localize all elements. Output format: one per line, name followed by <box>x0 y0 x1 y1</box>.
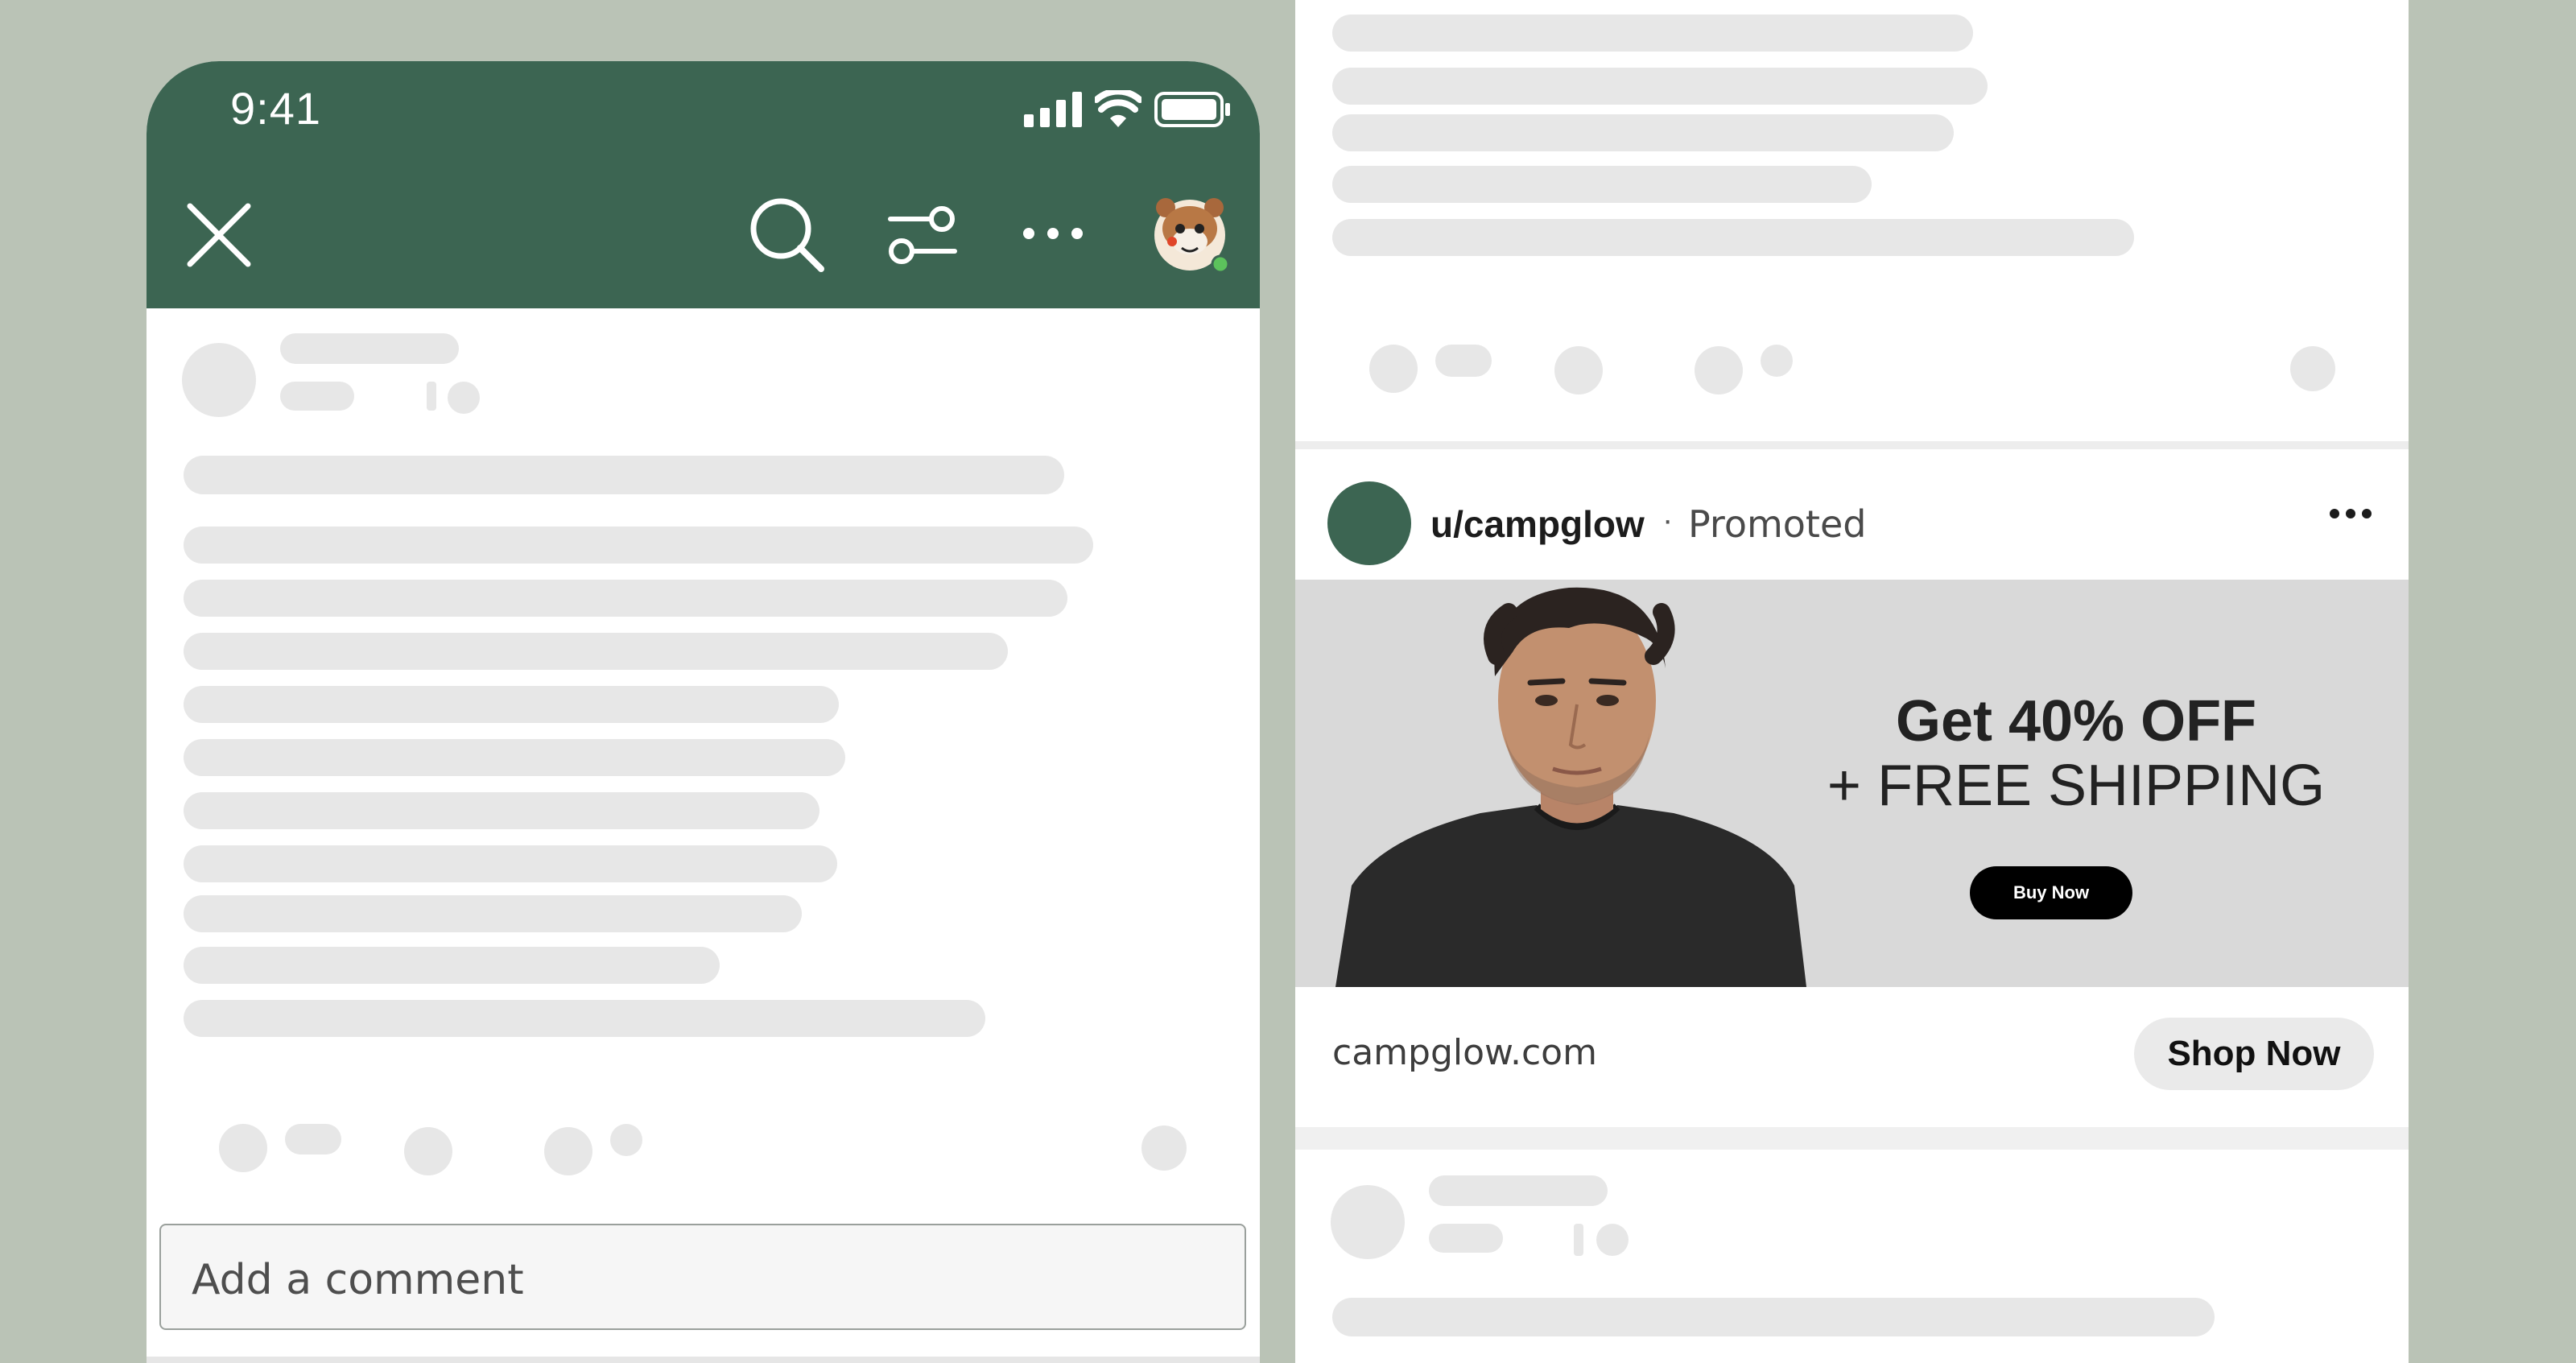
vote-count-placeholder <box>285 1124 341 1154</box>
share-placeholder[interactable] <box>2290 346 2335 391</box>
more-options-icon[interactable] <box>2330 507 2372 520</box>
post-body-line <box>184 1000 985 1037</box>
post-body-line <box>1332 14 1973 52</box>
promoted-label: Promoted <box>1688 502 1867 546</box>
post-divider <box>1295 1127 2409 1150</box>
more-horizontal-icon[interactable] <box>1022 225 1084 242</box>
post-meta-placeholder <box>1429 1224 1503 1253</box>
comments-placeholder[interactable] <box>544 1127 592 1175</box>
post-avatar-placeholder <box>182 343 256 417</box>
post-body-line <box>1332 68 1988 105</box>
post-body-line <box>1332 114 1954 151</box>
post-meta-placeholder <box>280 382 354 411</box>
post-body-line <box>184 739 845 776</box>
vote-count-placeholder <box>1435 345 1492 377</box>
post-title-placeholder <box>184 456 1064 494</box>
post-title-placeholder <box>1332 1298 2215 1336</box>
shop-now-button[interactable]: Shop Now <box>2134 1018 2374 1090</box>
post-body-line <box>184 633 1008 670</box>
post-body-line <box>184 686 839 723</box>
downvote-placeholder[interactable] <box>404 1127 452 1175</box>
filter-icon[interactable] <box>886 203 958 267</box>
advertiser-avatar[interactable] <box>1327 481 1411 565</box>
app-header: 9:41 <box>147 61 1260 308</box>
feed-panel: u/campglow · Promoted Get 40% OFF + FREE… <box>1295 0 2409 1363</box>
avatar[interactable] <box>1150 193 1230 274</box>
comment-count-placeholder <box>610 1124 642 1156</box>
comment-input[interactable]: Add a comment <box>159 1224 1246 1330</box>
comment-count-placeholder <box>1761 345 1793 377</box>
post-meta-dot <box>448 382 480 414</box>
post-author-placeholder <box>1429 1175 1608 1206</box>
post-body-line <box>184 895 802 932</box>
share-placeholder[interactable] <box>1141 1126 1187 1171</box>
comments-placeholder[interactable] <box>1695 346 1743 394</box>
wifi-icon <box>1095 90 1141 127</box>
post-divider <box>1295 441 2409 449</box>
ad-subline: + FREE SHIPPING <box>1827 754 2326 818</box>
signal-icon <box>1024 92 1082 127</box>
search-icon[interactable] <box>749 196 826 274</box>
post-body-line <box>1332 166 1872 203</box>
post-avatar-placeholder <box>1331 1185 1405 1259</box>
post-body-line <box>1332 219 2134 256</box>
close-icon[interactable] <box>187 203 251 267</box>
model-photo <box>1335 587 1806 987</box>
post-body-line <box>184 527 1093 564</box>
post-meta-divider <box>427 382 436 411</box>
advertiser-username[interactable]: u/campglow <box>1430 502 1645 546</box>
post-author-placeholder <box>280 333 459 364</box>
post-meta-divider <box>1574 1224 1583 1256</box>
post-meta-dot <box>1596 1224 1629 1256</box>
status-time: 9:41 <box>230 83 321 134</box>
post-body-line <box>184 947 720 984</box>
post-body-line <box>184 845 837 882</box>
ad-banner-image[interactable]: Get 40% OFF + FREE SHIPPING Buy Now <box>1295 580 2409 987</box>
phone-screen: 9:41 Add a comment <box>147 61 1260 1363</box>
ad-domain-link[interactable]: campglow.com <box>1332 1032 1597 1073</box>
ad-headline: Get 40% OFF <box>1895 689 2257 754</box>
battery-icon <box>1154 92 1230 127</box>
upvote-placeholder[interactable] <box>219 1124 267 1172</box>
downvote-placeholder[interactable] <box>1554 346 1603 394</box>
upvote-placeholder[interactable] <box>1369 345 1418 393</box>
divider <box>147 1357 1260 1363</box>
meta-separator: · <box>1662 502 1674 538</box>
buy-now-button[interactable]: Buy Now <box>1970 866 2132 919</box>
post-body-line <box>184 792 819 829</box>
comment-placeholder: Add a comment <box>192 1256 524 1304</box>
post-body-line <box>184 580 1067 617</box>
